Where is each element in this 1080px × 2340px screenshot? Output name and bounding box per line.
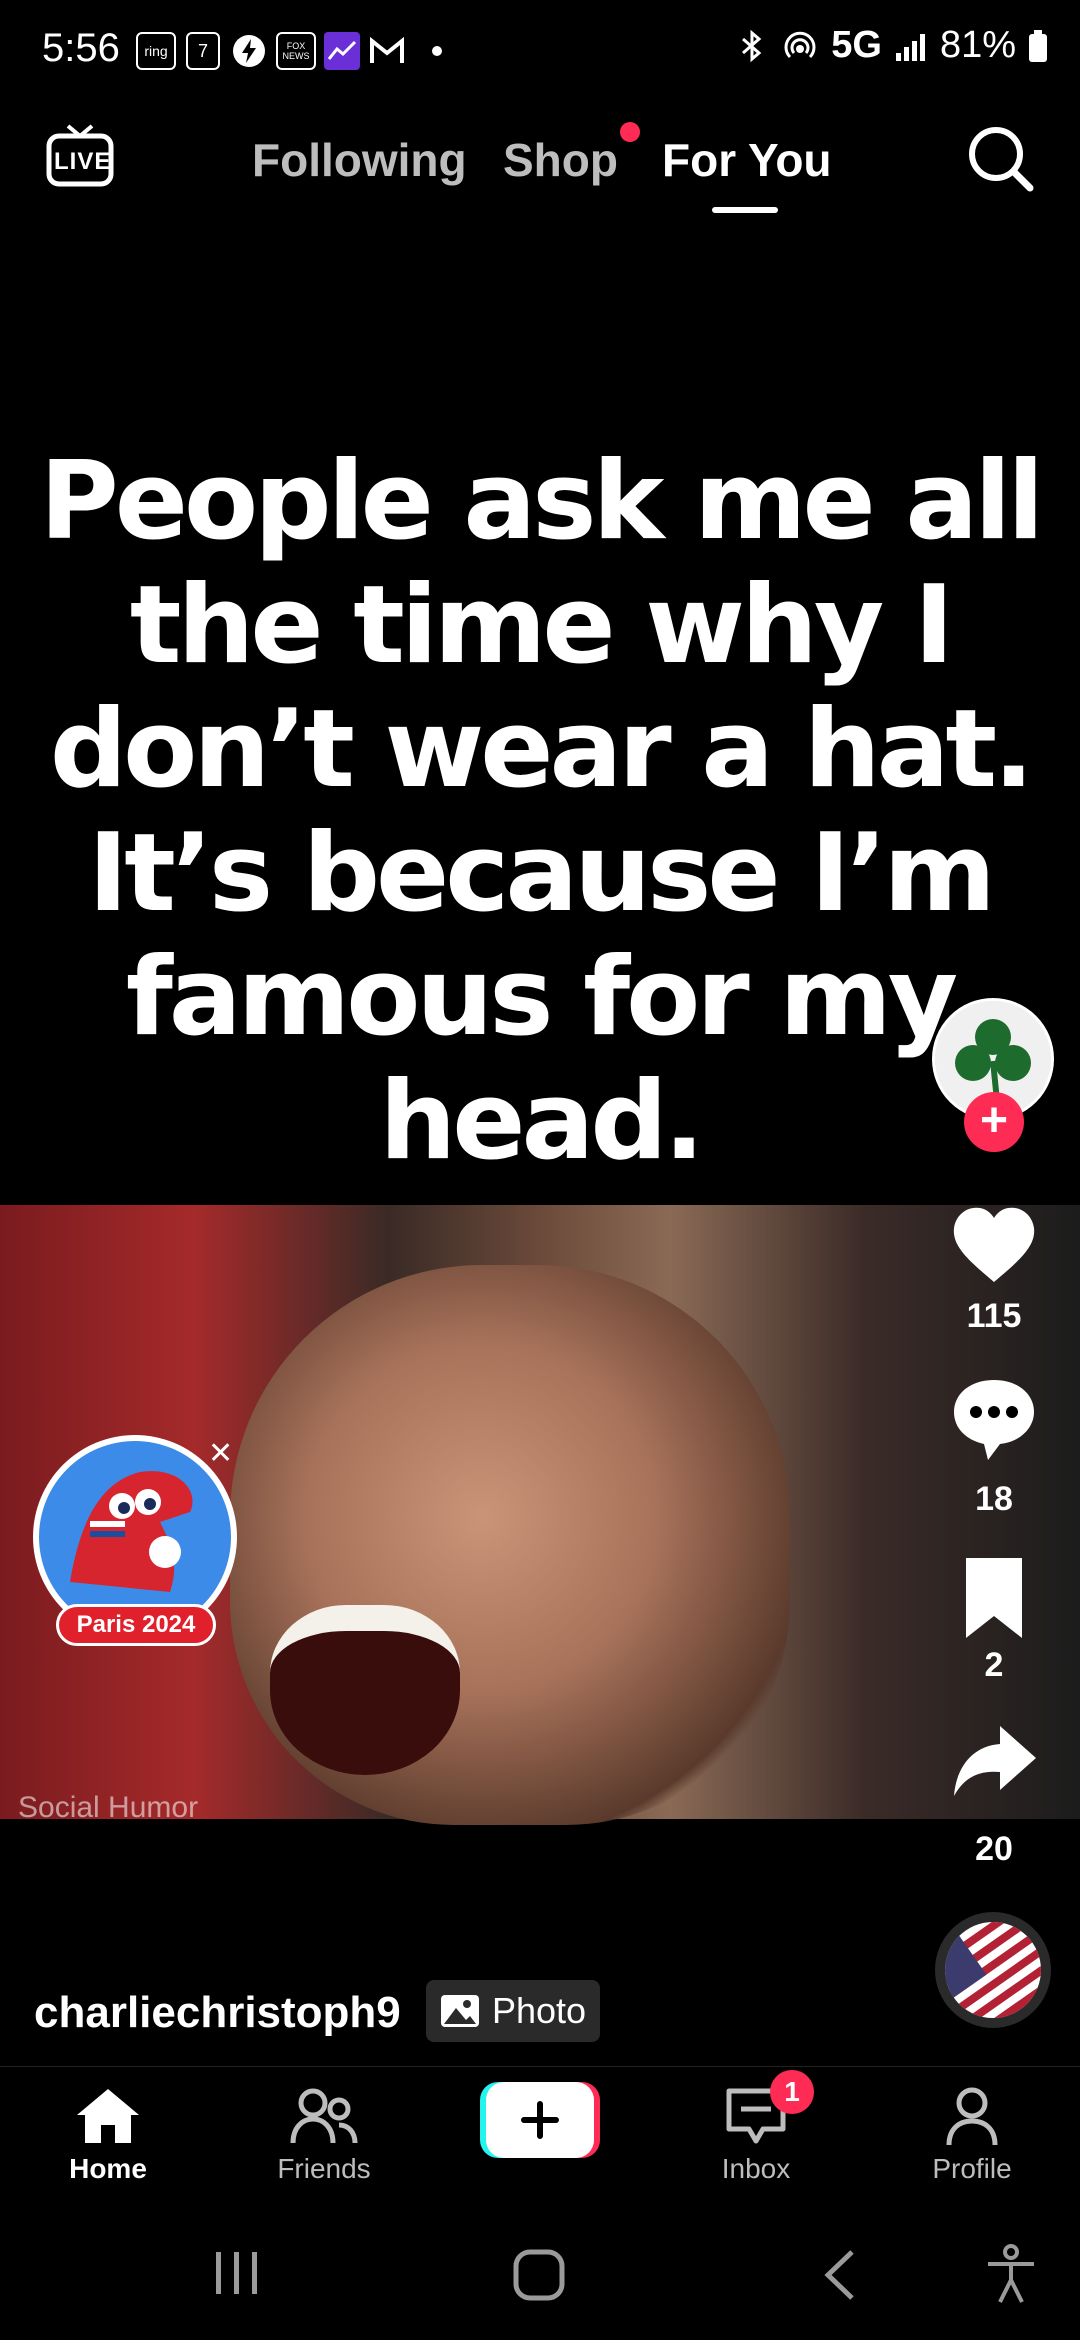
status-bar: 5:56 ring 7 FOX NEWS 5G 81%	[0, 0, 1080, 100]
save-count: 2	[984, 1646, 1004, 1684]
home-icon	[77, 2089, 139, 2143]
calendar-icon: 7	[186, 32, 220, 70]
share-arrow-icon	[954, 1726, 1036, 1796]
stocks-icon	[324, 32, 360, 70]
meme-line: head.	[379, 1059, 704, 1184]
system-nav-bar	[0, 2200, 1080, 2340]
fox-news-icon: FOX NEWS	[276, 32, 316, 70]
battery-percent: 81%	[939, 24, 1016, 66]
like-count: 115	[966, 1297, 1022, 1335]
bluetooth-icon	[742, 29, 762, 62]
photo-chip-label: Photo	[492, 1990, 587, 2031]
sticker-close-icon[interactable]: ✕	[208, 1436, 233, 1471]
back-icon[interactable]	[820, 2248, 860, 2302]
nav-profile[interactable]: Profile	[892, 2085, 1052, 2185]
share-count: 20	[975, 1830, 1013, 1868]
follow-button[interactable]: +	[964, 1092, 1024, 1152]
nav-inbox-label: Inbox	[721, 2153, 791, 2184]
nav-friends-label: Friends	[277, 2153, 371, 2184]
nav-profile-label: Profile	[932, 2153, 1012, 2184]
home-system-icon[interactable]	[512, 2248, 566, 2302]
inbox-badge: 1	[770, 2070, 814, 2114]
photo-type-chip[interactable]: Photo	[426, 1980, 601, 2042]
image-icon	[441, 1995, 479, 2027]
ring-icon: ring	[136, 32, 176, 70]
active-tab-indicator	[712, 207, 778, 213]
bolt-icon	[230, 32, 268, 70]
status-time: 5:56	[42, 26, 120, 70]
recents-icon[interactable]	[210, 2248, 264, 2298]
more-notifications-dot	[432, 46, 442, 56]
bookmark-icon	[966, 1558, 1022, 1638]
shop-notification-dot	[620, 122, 640, 142]
nav-home[interactable]: Home	[28, 2085, 188, 2185]
network-type: 5G	[831, 24, 882, 66]
comment-count: 18	[975, 1480, 1013, 1518]
meme-line: the time why I	[129, 563, 954, 688]
hotspot-icon	[784, 31, 816, 58]
meme-line: People ask me all	[39, 439, 1045, 564]
meme-line: famous for my	[125, 935, 958, 1060]
status-right: 5G 81%	[735, 24, 1048, 67]
us-flag-icon	[945, 1922, 1041, 2018]
author-username[interactable]: charliechristoph9	[34, 1988, 401, 2038]
paris-2024-label: Paris 2024	[56, 1604, 216, 1646]
photo-detail	[270, 1605, 460, 1775]
save-button[interactable]	[948, 1552, 1040, 1644]
accessibility-icon[interactable]	[984, 2244, 1038, 2304]
like-button[interactable]	[948, 1200, 1040, 1292]
profile-icon	[946, 2087, 998, 2146]
plus-icon	[480, 2082, 600, 2158]
feed-tabs: Following Shop For You	[0, 125, 1080, 225]
heart-icon	[953, 1207, 1035, 1282]
create-button[interactable]	[480, 2082, 600, 2158]
search-icon	[969, 127, 1034, 192]
meme-line: don’t wear a hat.	[49, 687, 1034, 812]
search-button[interactable]	[966, 124, 1036, 194]
meme-line: It’s because I’m	[88, 811, 996, 936]
comment-icon	[954, 1380, 1034, 1460]
nav-friends[interactable]: Friends	[244, 2085, 404, 2185]
tab-following[interactable]: Following	[252, 133, 467, 187]
tab-shop[interactable]: Shop	[503, 133, 618, 187]
nav-home-label: Home	[69, 2153, 147, 2184]
meme-caption-text: People ask me all the time why I don’t w…	[0, 440, 1080, 1184]
music-disc[interactable]	[935, 1912, 1051, 2028]
signal-icon	[895, 33, 925, 61]
battery-icon	[1029, 29, 1047, 62]
tab-for-you[interactable]: For You	[662, 133, 832, 187]
gmail-icon	[368, 32, 406, 70]
friends-icon	[290, 2088, 358, 2144]
comment-button[interactable]	[948, 1372, 1040, 1464]
share-button[interactable]	[948, 1716, 1040, 1808]
photo-watermark: Social Humor	[18, 1791, 199, 1824]
